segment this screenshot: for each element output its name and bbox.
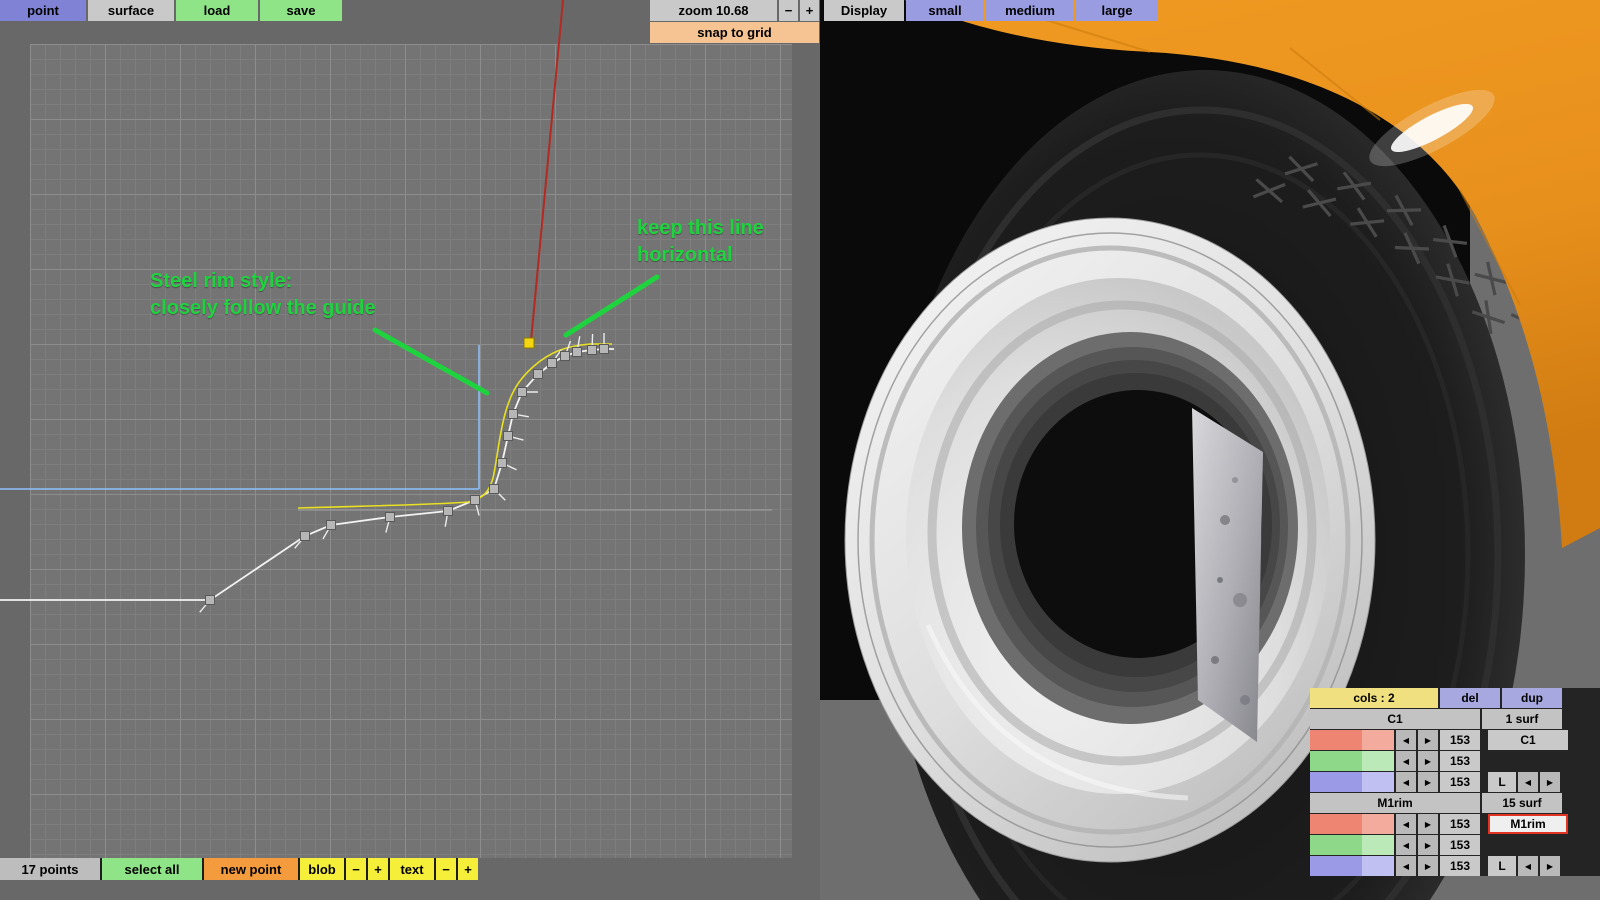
surface-count-label: 15 surf: [1482, 793, 1562, 813]
increment-arrow-button[interactable]: ▶: [1418, 772, 1438, 792]
display-medium-button[interactable]: medium: [986, 0, 1074, 21]
channel-value[interactable]: 153: [1440, 856, 1480, 876]
color-row: ◀ ▶ 153 M1rim: [1310, 814, 1600, 834]
increment-arrow-button[interactable]: ▶: [1418, 835, 1438, 855]
color-row: ◀ ▶ 153 C1: [1310, 730, 1600, 750]
delete-button[interactable]: del: [1440, 688, 1500, 708]
load-button[interactable]: load: [176, 0, 258, 21]
app-window: Steel rim style: closely follow the guid…: [0, 0, 1600, 900]
channel-value[interactable]: 153: [1440, 772, 1480, 792]
group-header-row: C1 1 surf: [1310, 709, 1600, 729]
columns-button[interactable]: cols : 2: [1310, 688, 1438, 708]
material-tag-label[interactable]: C1: [1488, 730, 1568, 750]
material-name-label[interactable]: C1: [1310, 709, 1480, 729]
material-panel: cols : 2 del dup C1 1 surf ◀ ▶ 153 C1 ◀ …: [1310, 688, 1600, 876]
color-row: ◀ ▶ 153 L ◀ ▶: [1310, 772, 1600, 792]
surface-mode-button[interactable]: surface: [88, 0, 174, 21]
color-row: ◀ ▶ 153: [1310, 835, 1600, 855]
select-all-button[interactable]: select all: [102, 858, 202, 880]
color-row: ◀ ▶ 153: [1310, 751, 1600, 771]
point-mode-button[interactable]: point: [0, 0, 86, 21]
annotation-line: Steel rim style:: [150, 270, 293, 292]
decrement-arrow-button[interactable]: ◀: [1518, 856, 1538, 876]
increment-arrow-button[interactable]: ▶: [1540, 772, 1560, 792]
display-button[interactable]: Display: [824, 0, 904, 21]
channel-value[interactable]: 153: [1440, 751, 1480, 771]
snap-to-grid-button[interactable]: snap to grid: [650, 22, 819, 43]
red-channel-swatch[interactable]: [1310, 730, 1394, 750]
annotation-line: horizontal: [637, 244, 733, 266]
blob-minus-button[interactable]: −: [346, 858, 366, 880]
green-channel-swatch[interactable]: [1310, 835, 1394, 855]
green-channel-swatch[interactable]: [1310, 751, 1394, 771]
zoom-in-button[interactable]: +: [800, 0, 819, 21]
display-large-button[interactable]: large: [1076, 0, 1158, 21]
lock-toggle[interactable]: L: [1488, 772, 1516, 792]
zoom-level-button[interactable]: zoom 10.68: [650, 0, 777, 21]
red-channel-swatch[interactable]: [1310, 814, 1394, 834]
decrement-arrow-button[interactable]: ◀: [1396, 751, 1416, 771]
channel-value[interactable]: 153: [1440, 835, 1480, 855]
increment-arrow-button[interactable]: ▶: [1418, 730, 1438, 750]
color-row: ◀ ▶ 153 L ◀ ▶: [1310, 856, 1600, 876]
annotation-keep-horizontal: keep this line horizontal: [637, 215, 764, 269]
increment-arrow-button[interactable]: ▶: [1418, 751, 1438, 771]
lock-toggle[interactable]: L: [1488, 856, 1516, 876]
new-point-button[interactable]: new point: [204, 858, 298, 880]
decrement-arrow-button[interactable]: ◀: [1396, 730, 1416, 750]
decrement-arrow-button[interactable]: ◀: [1396, 814, 1416, 834]
text-plus-button[interactable]: +: [458, 858, 478, 880]
selected-material-tag-label[interactable]: M1rim: [1488, 814, 1568, 834]
decrement-arrow-button[interactable]: ◀: [1396, 856, 1416, 876]
steel-rim: [844, 217, 1376, 863]
panel-header-row: cols : 2 del dup: [1310, 688, 1600, 708]
text-minus-button[interactable]: −: [436, 858, 456, 880]
decrement-arrow-button[interactable]: ◀: [1396, 835, 1416, 855]
annotation-line: keep this line: [637, 217, 764, 239]
annotation-line: closely follow the guide: [150, 297, 376, 319]
material-name-label[interactable]: M1rim: [1310, 793, 1480, 813]
points-count-label: 17 points: [0, 858, 100, 880]
bottom-toolbar: 17 points select all new point blob − + …: [0, 858, 478, 880]
duplicate-button[interactable]: dup: [1502, 688, 1562, 708]
increment-arrow-button[interactable]: ▶: [1418, 814, 1438, 834]
increment-arrow-button[interactable]: ▶: [1418, 856, 1438, 876]
decrement-arrow-button[interactable]: ◀: [1396, 772, 1416, 792]
blob-plus-button[interactable]: +: [368, 858, 388, 880]
galvanized-metal-piece: [1192, 408, 1263, 742]
channel-value[interactable]: 153: [1440, 730, 1480, 750]
display-small-button[interactable]: small: [906, 0, 984, 21]
text-button[interactable]: text: [390, 858, 434, 880]
save-button[interactable]: save: [260, 0, 342, 21]
curve-editor-canvas[interactable]: Steel rim style: closely follow the guid…: [0, 0, 820, 900]
blob-button[interactable]: blob: [300, 858, 344, 880]
channel-value[interactable]: 153: [1440, 814, 1480, 834]
zoom-out-button[interactable]: −: [779, 0, 798, 21]
increment-arrow-button[interactable]: ▶: [1540, 856, 1560, 876]
surface-count-label: 1 surf: [1482, 709, 1562, 729]
group-header-row: M1rim 15 surf: [1310, 793, 1600, 813]
annotation-steel-rim: Steel rim style: closely follow the guid…: [150, 268, 376, 322]
decrement-arrow-button[interactable]: ◀: [1518, 772, 1538, 792]
editor-grid: [30, 44, 792, 858]
blue-channel-swatch[interactable]: [1310, 772, 1394, 792]
blue-channel-swatch[interactable]: [1310, 856, 1394, 876]
